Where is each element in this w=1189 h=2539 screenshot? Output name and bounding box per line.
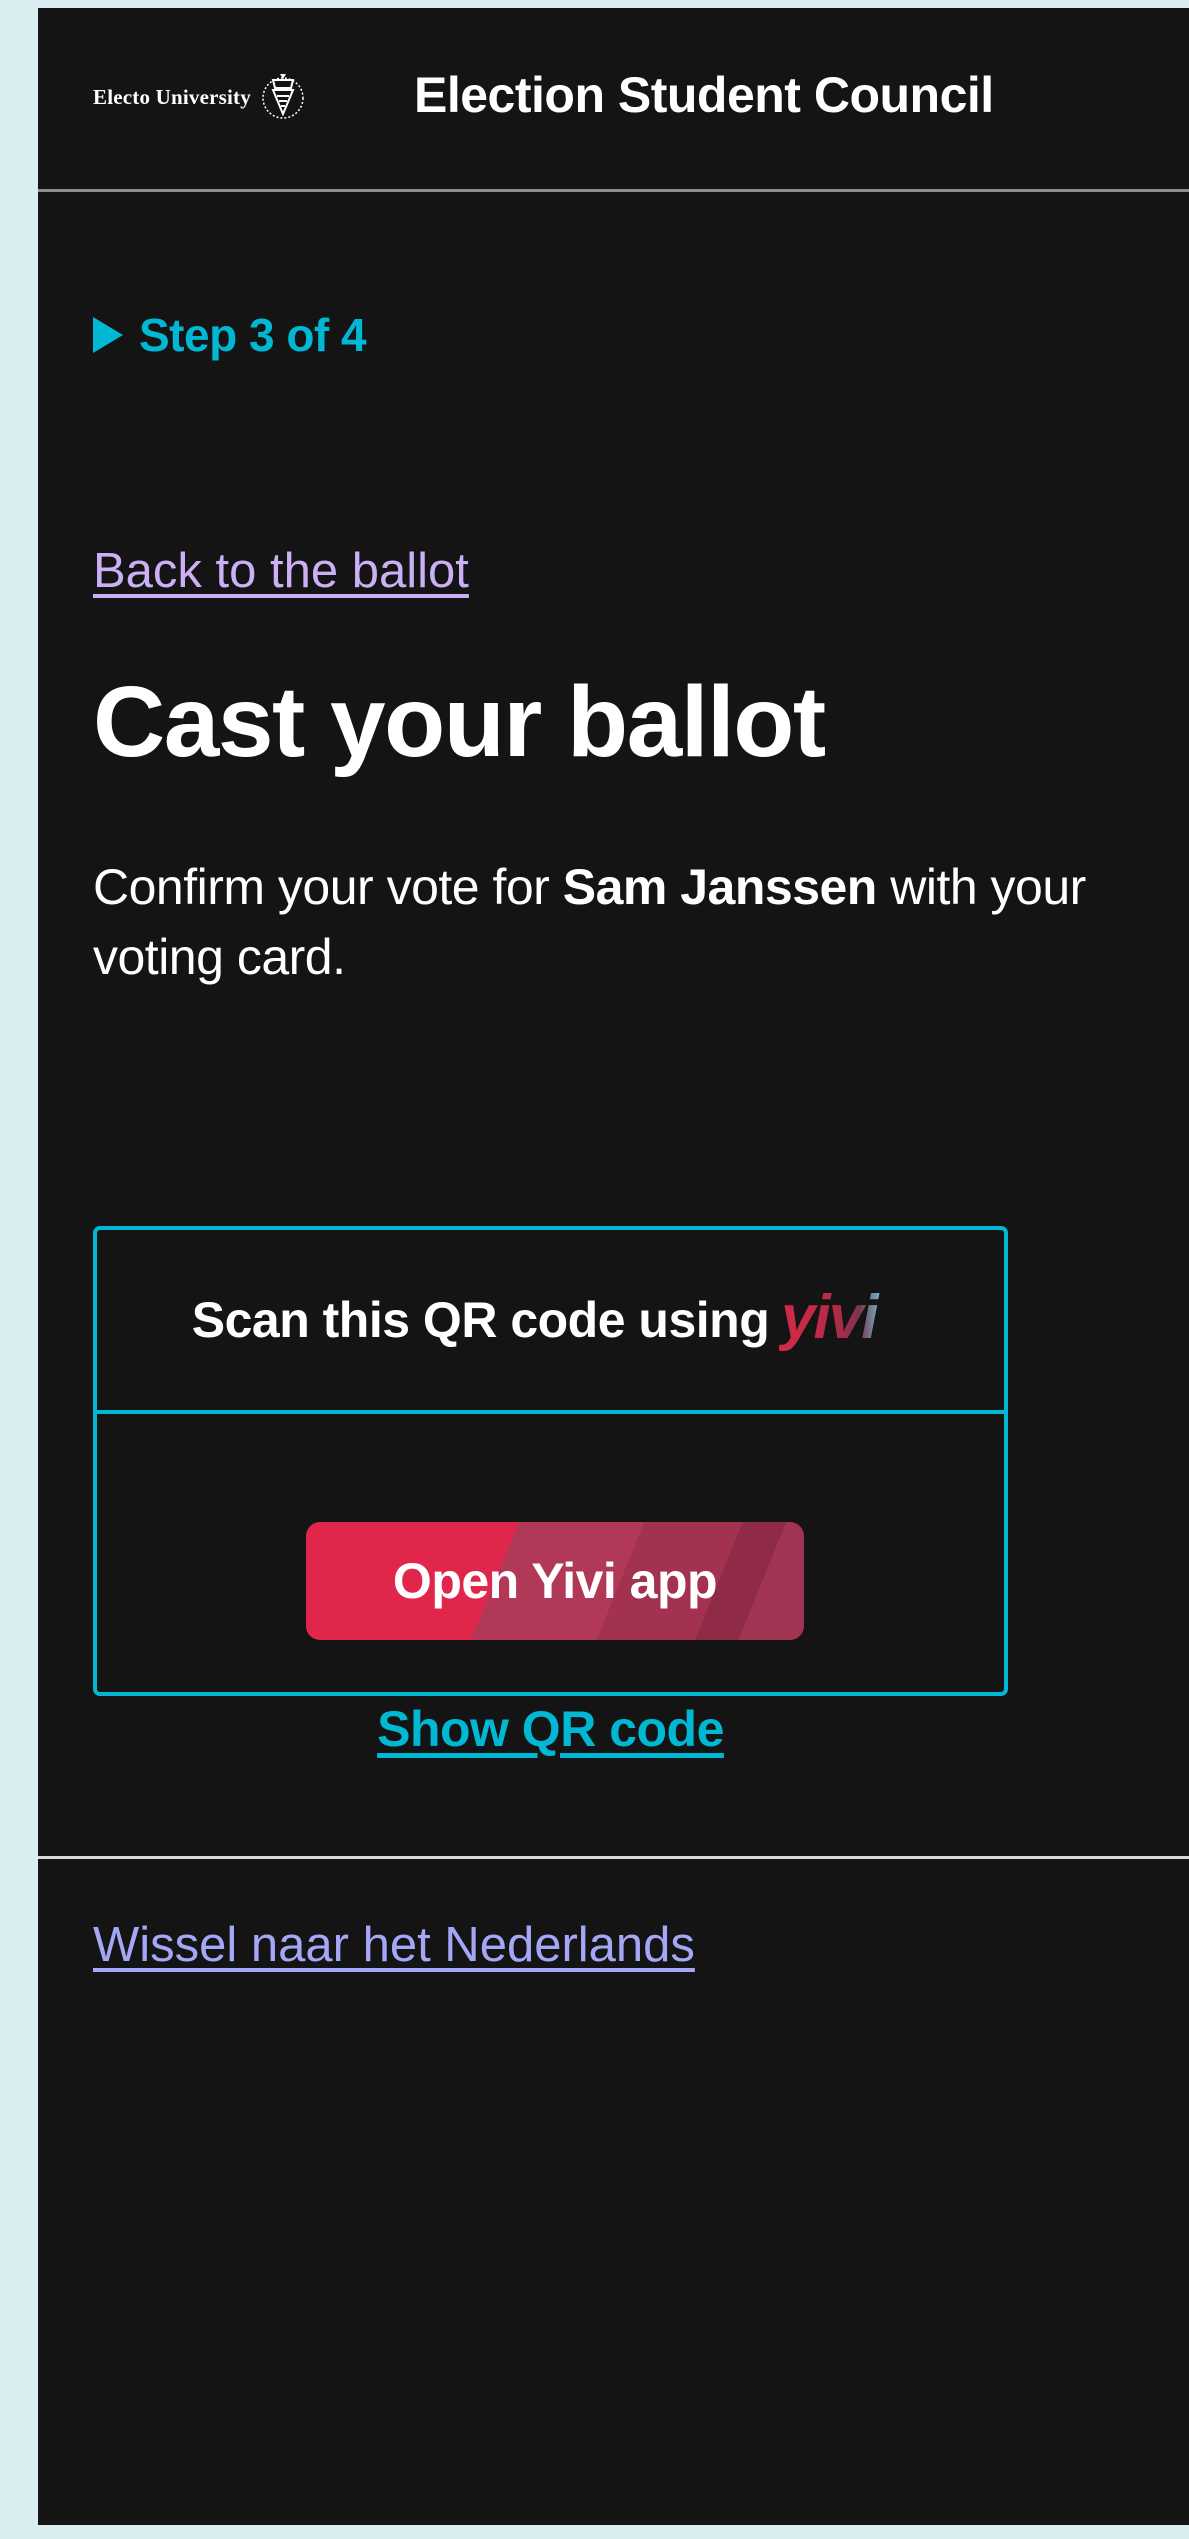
step-indicator[interactable]: Step 3 of 4 <box>93 309 367 361</box>
yivi-form-body: Open Yivi app Show QR code <box>97 1414 1004 1754</box>
yivi-logo-text: yivi <box>779 1284 880 1352</box>
scan-instruction: Scan this QR code using <box>191 1292 770 1348</box>
site-header: Electo University Election Student Counc… <box>38 8 1189 192</box>
back-to-ballot-link[interactable]: Back to the ballot <box>93 547 469 596</box>
switch-language-link[interactable]: Wissel naar het Nederlands <box>93 1921 695 1970</box>
yivi-web-form: Scan this QR code using yivi Open Yivi a… <box>93 1226 1008 1754</box>
page-title: Cast your ballot <box>93 666 826 778</box>
yivi-form-header: Scan this QR code using yivi <box>97 1230 1004 1414</box>
site-title: Election Student Council <box>414 67 994 123</box>
university-name: Electo University <box>93 84 251 109</box>
university-logo[interactable]: Electo University <box>93 70 305 124</box>
site-footer: Wissel naar het Nederlands <box>38 1856 1189 2539</box>
intro-text-before: Confirm your vote for <box>93 859 563 915</box>
main-content: Step 3 of 4 Back to the ballot Cast your… <box>38 192 1189 1856</box>
disclosure-triangle-icon <box>93 317 123 353</box>
university-crest-icon <box>262 74 304 119</box>
candidate-name: Sam Janssen <box>562 859 878 915</box>
step-label: Step 3 of 4 <box>139 309 367 361</box>
yivi-logo: yivi <box>779 1284 882 1352</box>
confirm-instruction: Confirm your vote for Sam Janssen with y… <box>93 852 1173 992</box>
show-qr-code-link[interactable]: Show QR code <box>97 1704 1004 1754</box>
page-container: Electo University Election Student Counc… <box>38 8 1189 2525</box>
open-yivi-app-button[interactable]: Open Yivi app <box>306 1522 804 1640</box>
